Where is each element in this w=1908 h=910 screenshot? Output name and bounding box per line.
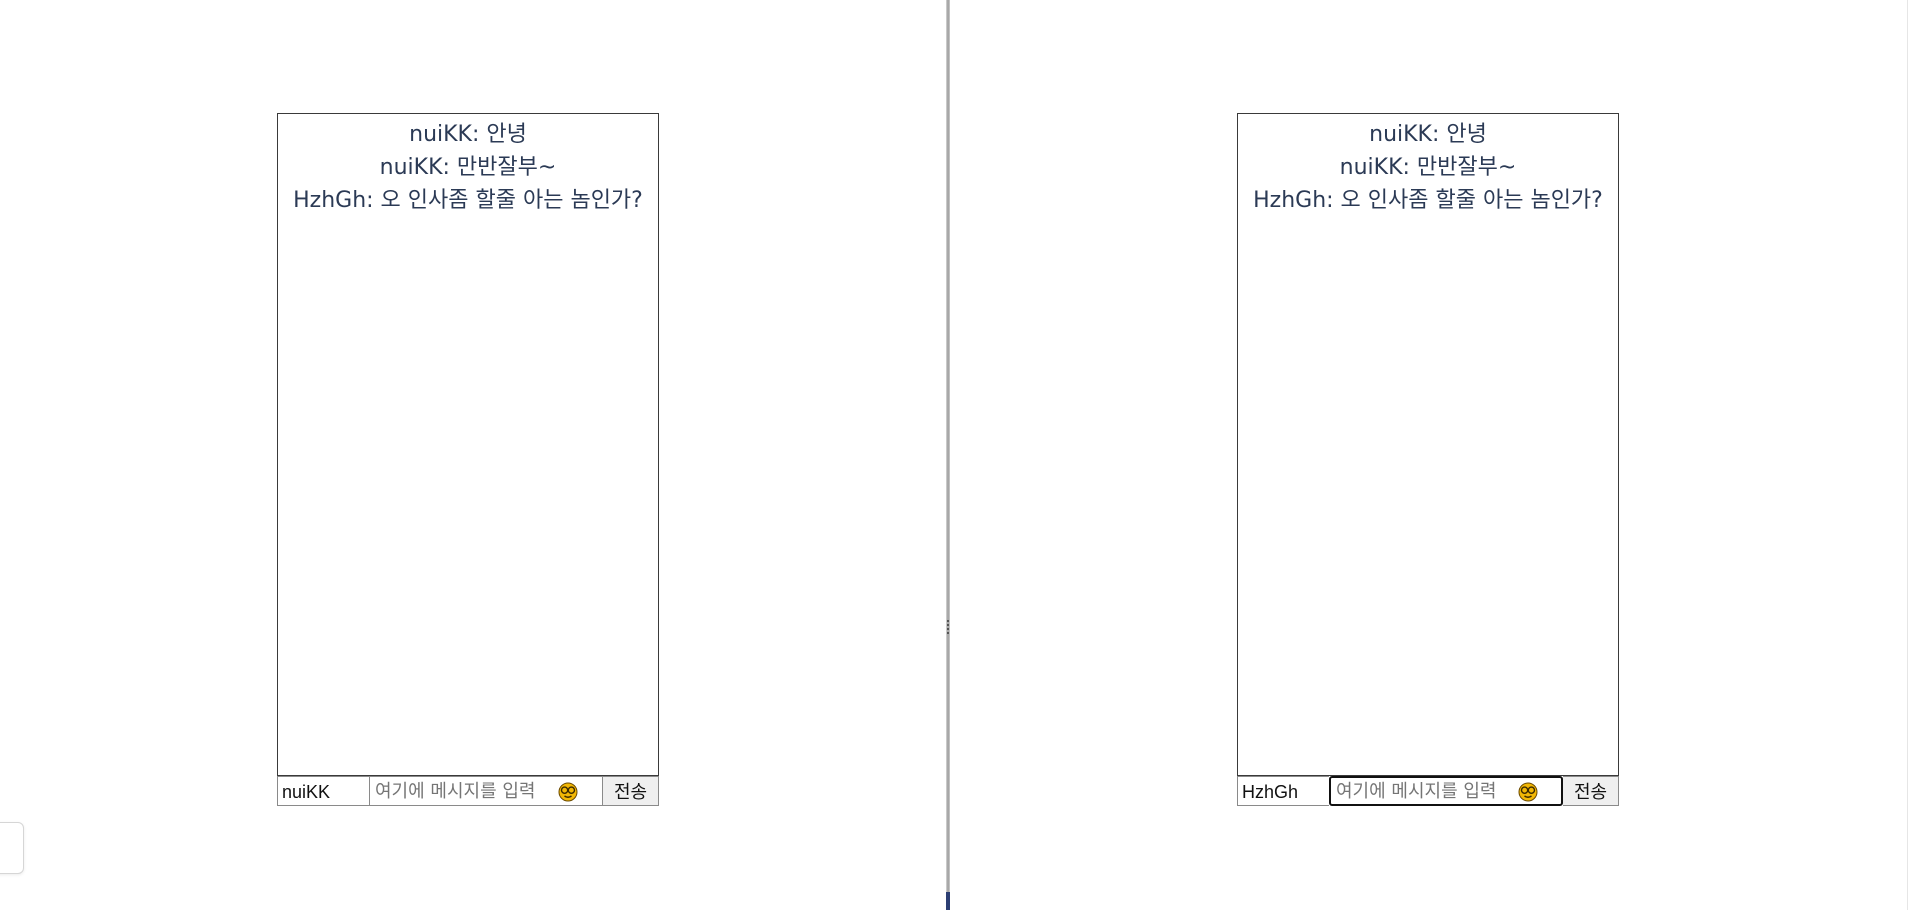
chat-widget-right: nuiKK: 안녕 nuiKK: 만반잘부~ HzhGh: 오 인사좀 할줄 아…: [1237, 113, 1619, 806]
message-item: nuiKK: 안녕: [1369, 122, 1487, 147]
split-screen: nuiKK: 안녕 nuiKK: 만반잘부~ HzhGh: 오 인사좀 할줄 아…: [0, 0, 1908, 910]
message-item: nuiKK: 만반잘부~: [1339, 155, 1517, 180]
message-input-wrapper: [369, 776, 603, 806]
right-browser-pane: nuiKK: 안녕 nuiKK: 만반잘부~ HzhGh: 오 인사좀 할줄 아…: [950, 0, 1908, 910]
composer-row: 전송: [1237, 776, 1619, 806]
emoji-picker-icon[interactable]: [1518, 782, 1538, 802]
send-button[interactable]: 전송: [603, 776, 659, 806]
divider-grip-icon[interactable]: [947, 620, 949, 634]
message-item: nuiKK: 안녕: [409, 122, 527, 147]
send-button[interactable]: 전송: [1563, 776, 1619, 806]
username-input[interactable]: [277, 776, 369, 806]
left-browser-pane: nuiKK: 안녕 nuiKK: 만반잘부~ HzhGh: 오 인사좀 할줄 아…: [0, 0, 946, 910]
message-list: nuiKK: 안녕 nuiKK: 만반잘부~ HzhGh: 오 인사좀 할줄 아…: [1237, 113, 1619, 776]
emoji-picker-icon[interactable]: [558, 782, 578, 802]
message-list: nuiKK: 안녕 nuiKK: 만반잘부~ HzhGh: 오 인사좀 할줄 아…: [277, 113, 659, 776]
chat-widget-left: nuiKK: 안녕 nuiKK: 만반잘부~ HzhGh: 오 인사좀 할줄 아…: [277, 113, 659, 806]
username-input[interactable]: [1237, 776, 1329, 806]
floating-side-tab[interactable]: [0, 822, 24, 874]
message-item: nuiKK: 만반잘부~: [379, 155, 557, 180]
message-item: HzhGh: 오 인사좀 할줄 아는 놈인가?: [293, 188, 643, 213]
message-item: HzhGh: 오 인사좀 할줄 아는 놈인가?: [1253, 188, 1603, 213]
message-input-wrapper: [1329, 776, 1563, 806]
composer-row: 전송: [277, 776, 659, 806]
